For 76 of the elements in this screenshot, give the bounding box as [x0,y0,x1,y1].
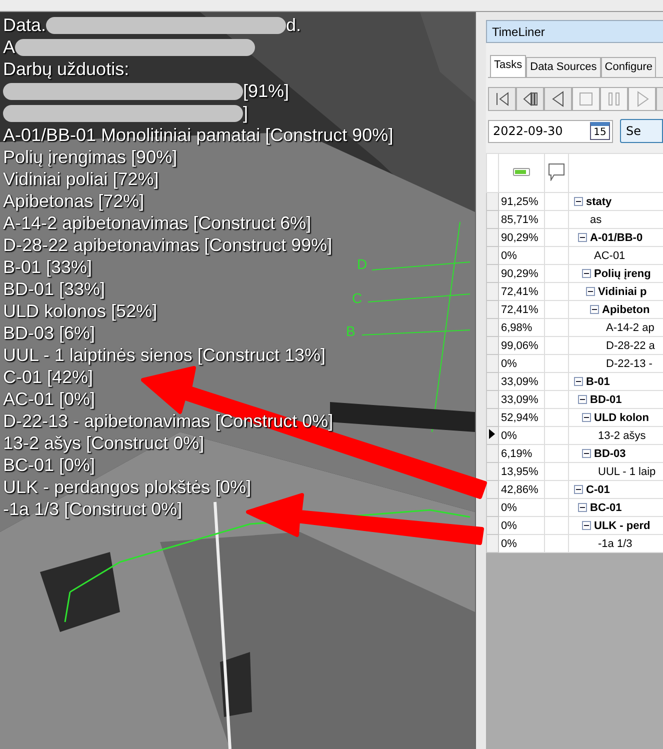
progress-value: 0% [501,538,517,550]
overlay-text: 13-2 ašys [Construct 0%] [3,432,204,454]
calendar-icon[interactable]: 15 [590,122,610,140]
comment-icon [548,162,565,180]
overlay-text: ULD kolonos [52%] [3,300,158,322]
collapse-toggle[interactable] [578,503,587,512]
tab[interactable]: Data Sources [526,57,601,77]
overlay-text: D-28-22 apibetonavimas [Construct 99%] [3,234,332,256]
overlay-text: Darbų užduotis: [3,58,130,80]
tab[interactable]: Tasks [490,55,526,77]
overlay-text: AC-01 [0%] [3,388,96,410]
toolbar-button[interactable] [516,87,544,111]
progress-value: 0% [501,520,517,532]
progress-value: 0% [501,358,517,370]
task-name[interactable]: as [590,214,602,226]
collapse-toggle[interactable] [582,449,591,458]
progress-value: 0% [501,430,517,442]
progress-value: 33,09% [501,376,538,388]
grid-label: C [352,290,362,306]
progress-value: 42,86% [501,484,538,496]
collapse-toggle[interactable] [574,197,583,206]
overlay-text: C-01 [42%] [3,366,94,388]
grid-label: D [357,256,368,272]
collapse-toggle[interactable] [586,287,595,296]
splitter-bar[interactable] [475,12,486,749]
progress-value: 72,41% [501,286,538,298]
progress-value: 13,95% [501,466,538,478]
collapse-toggle[interactable] [590,305,599,314]
overlay-text: ] [243,102,248,124]
collapse-toggle[interactable] [578,233,587,242]
overlay-text: -1a 1/3 [Construct 0%] [3,498,182,520]
progress-value: 6,19% [501,448,532,460]
collapse-toggle[interactable] [574,485,583,494]
overlay-text: BD-03 [6%] [3,322,96,344]
overlay-text: Data. [3,14,46,36]
progress-value: 99,06% [501,340,538,352]
progress-value: 72,41% [501,304,538,316]
progress-value: 90,29% [501,232,538,244]
overlay-text: BC-01 [0%] [3,454,96,476]
collapse-toggle[interactable] [574,377,583,386]
toolbar-button[interactable] [488,87,516,111]
overlay-text: Vidiniai poliai [72%] [3,168,159,190]
progress-value: 0% [501,502,517,514]
progress-value: 33,09% [501,394,538,406]
progress-value: 85,71% [501,214,538,226]
collapse-toggle[interactable] [578,395,587,404]
collapse-toggle[interactable] [582,521,591,530]
overlay-text: Polių įrengimas [90%] [3,146,178,168]
overlay-text: Apibetonas [72%] [3,190,144,212]
overlay-text: A [3,36,16,58]
overlay-text: BD-01 [33%] [3,278,106,300]
progress-value: 91,25% [501,196,538,208]
overlay-text: A-01/BB-01 Monolitiniai pamatai [Construct 90%] [3,124,394,146]
task-name[interactable]: staty [586,196,612,208]
overlay-text: UUL - 1 laiptinės sienos [Construct 13%] [3,344,326,366]
window-title: TimeLiner [492,24,545,38]
collapse-toggle[interactable] [582,269,591,278]
overlay-text: B-01 [33%] [3,256,92,278]
task-name[interactable]: C-01 [586,484,610,496]
overlay-text: A-14-2 apibetonavimas [Construct 6%] [3,212,312,234]
set-button[interactable]: Se [620,119,663,143]
date-field[interactable]: 2022-09-30 15 [488,120,613,142]
progress-value: 0% [501,250,517,262]
progress-value: 6,98% [501,322,532,334]
task-name[interactable]: B-01 [586,376,610,388]
grid-label: B [346,323,356,339]
toolbar-button[interactable] [544,87,572,111]
overlay-text: [91%] [243,80,290,102]
overlay-text: d. [286,14,302,36]
row-header[interactable] [486,426,498,444]
progress-icon [513,168,530,176]
tab[interactable]: Configure [600,57,656,77]
progress-value: 90,29% [501,268,538,280]
progress-value: 52,94% [501,412,538,424]
overlay-text: ULK - perdangos plokštės [0%] [3,476,252,498]
collapse-toggle[interactable] [582,413,591,422]
